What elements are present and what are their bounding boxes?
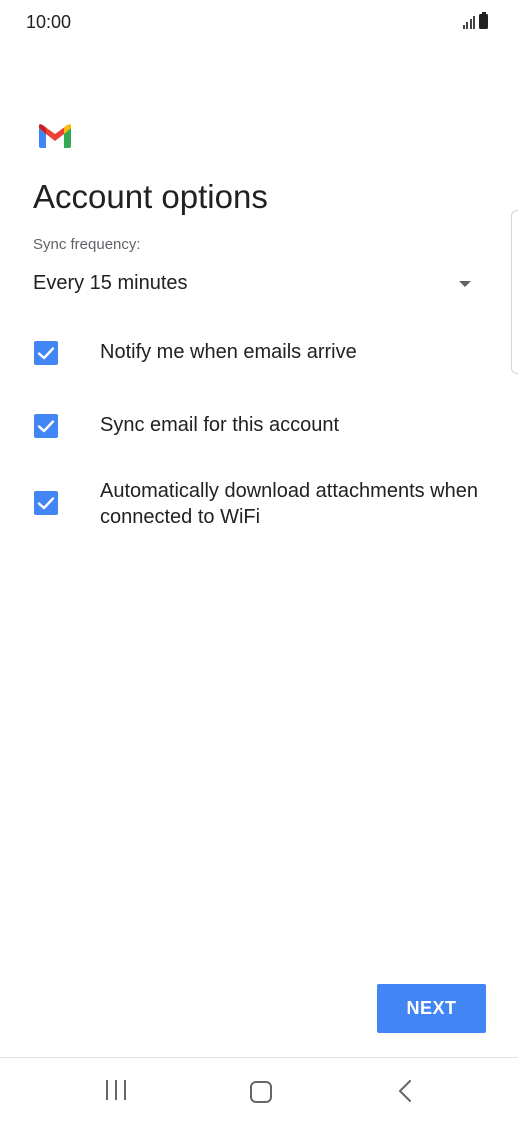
notify-emails-label: Notify me when emails arrive: [100, 341, 357, 363]
notify-emails-checkbox[interactable]: [34, 341, 58, 365]
navigation-bar: [0, 1058, 518, 1122]
status-time: 10:00: [26, 12, 72, 32]
option-notify-emails[interactable]: Notify me when emails arrive: [33, 338, 483, 368]
sync-frequency-dropdown[interactable]: Every 15 minutes: [33, 268, 483, 302]
check-icon: [37, 420, 55, 433]
sync-email-label: Sync email for this account: [100, 414, 339, 436]
check-icon: [37, 347, 55, 360]
back-button[interactable]: [366, 1058, 446, 1122]
battery-icon: [479, 12, 488, 29]
back-icon: [399, 1080, 411, 1102]
next-button[interactable]: NEXT: [377, 984, 486, 1033]
option-sync-email[interactable]: Sync email for this account: [33, 411, 483, 441]
auto-download-checkbox[interactable]: [34, 491, 58, 515]
sync-frequency-label: Sync frequency:: [33, 236, 141, 253]
gmail-logo-icon: [39, 124, 71, 148]
recents-icon: [106, 1080, 128, 1100]
auto-download-label: Automatically download attachments when …: [100, 480, 478, 528]
sync-email-checkbox[interactable]: [34, 414, 58, 438]
status-icons: [462, 12, 488, 29]
status-bar: 10:00: [0, 0, 518, 46]
signal-icon: [462, 15, 475, 29]
recents-button[interactable]: [80, 1058, 160, 1122]
sync-frequency-value: Every 15 minutes: [33, 272, 188, 294]
home-icon: [250, 1081, 272, 1103]
scroll-indicator[interactable]: [511, 210, 518, 374]
dropdown-arrow-icon: [459, 281, 471, 287]
check-icon: [37, 497, 55, 510]
home-button[interactable]: [220, 1058, 300, 1122]
option-auto-download[interactable]: Automatically download attachments when …: [33, 477, 483, 533]
page-title: Account options: [33, 178, 268, 215]
